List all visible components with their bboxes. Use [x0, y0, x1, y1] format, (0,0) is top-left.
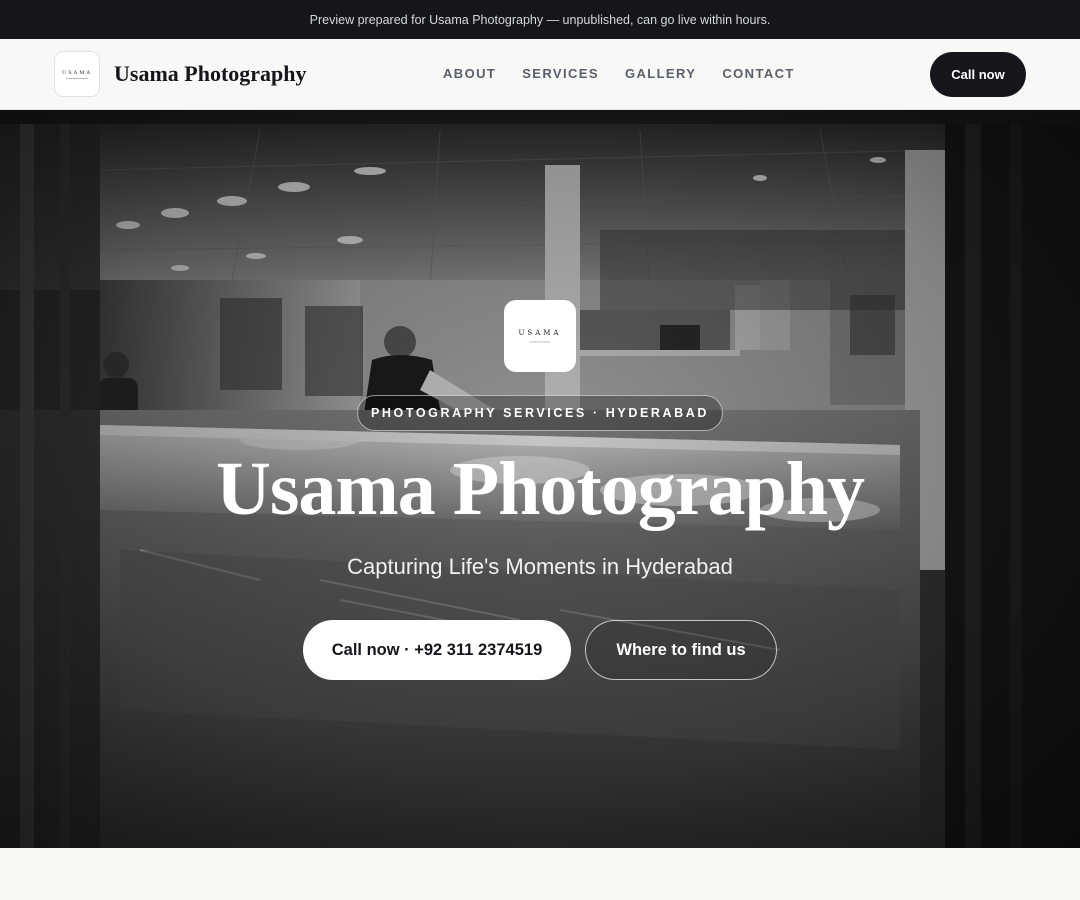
logo-underline — [66, 77, 88, 79]
nav-links: ABOUT SERVICES GALLERY CONTACT — [443, 66, 821, 81]
hero-badge: PHOTOGRAPHY SERVICES · HYDERABAD — [357, 395, 723, 431]
nav-link-services[interactable]: SERVICES — [522, 66, 599, 81]
hero-logo: USAMA ━━━━━━━━━ — [504, 300, 576, 372]
preview-banner: Preview prepared for Usama Photography —… — [0, 0, 1080, 39]
hero-section: USAMA ━━━━━━━━━ PHOTOGRAPHY SERVICES · H… — [0, 110, 1080, 848]
hero-logo-wordmark: USAMA — [518, 328, 562, 337]
nav-link-contact[interactable]: CONTACT — [722, 66, 794, 81]
hero-title: Usama Photography — [215, 447, 865, 531]
hero-subtitle: Capturing Life's Moments in Hyderabad — [347, 554, 733, 579]
brand-name[interactable]: Usama Photography — [114, 61, 307, 87]
nav-link-gallery[interactable]: GALLERY — [625, 66, 696, 81]
navbar: USAMA Usama Photography ABOUT SERVICES G… — [0, 39, 1080, 110]
hero-logo-tagline-rule: ━━━━━━━━━ — [529, 339, 551, 344]
nav-link-about[interactable]: ABOUT — [443, 66, 496, 81]
nav-call-button[interactable]: Call now — [930, 52, 1026, 97]
hero-call-button[interactable]: Call now · +92 311 2374519 — [303, 620, 571, 680]
logo-wordmark: USAMA — [62, 69, 92, 76]
preview-banner-text: Preview prepared for Usama Photography —… — [309, 12, 771, 27]
hero-find-us-button[interactable]: Where to find us — [585, 620, 777, 680]
brand-logo[interactable]: USAMA — [54, 51, 100, 97]
